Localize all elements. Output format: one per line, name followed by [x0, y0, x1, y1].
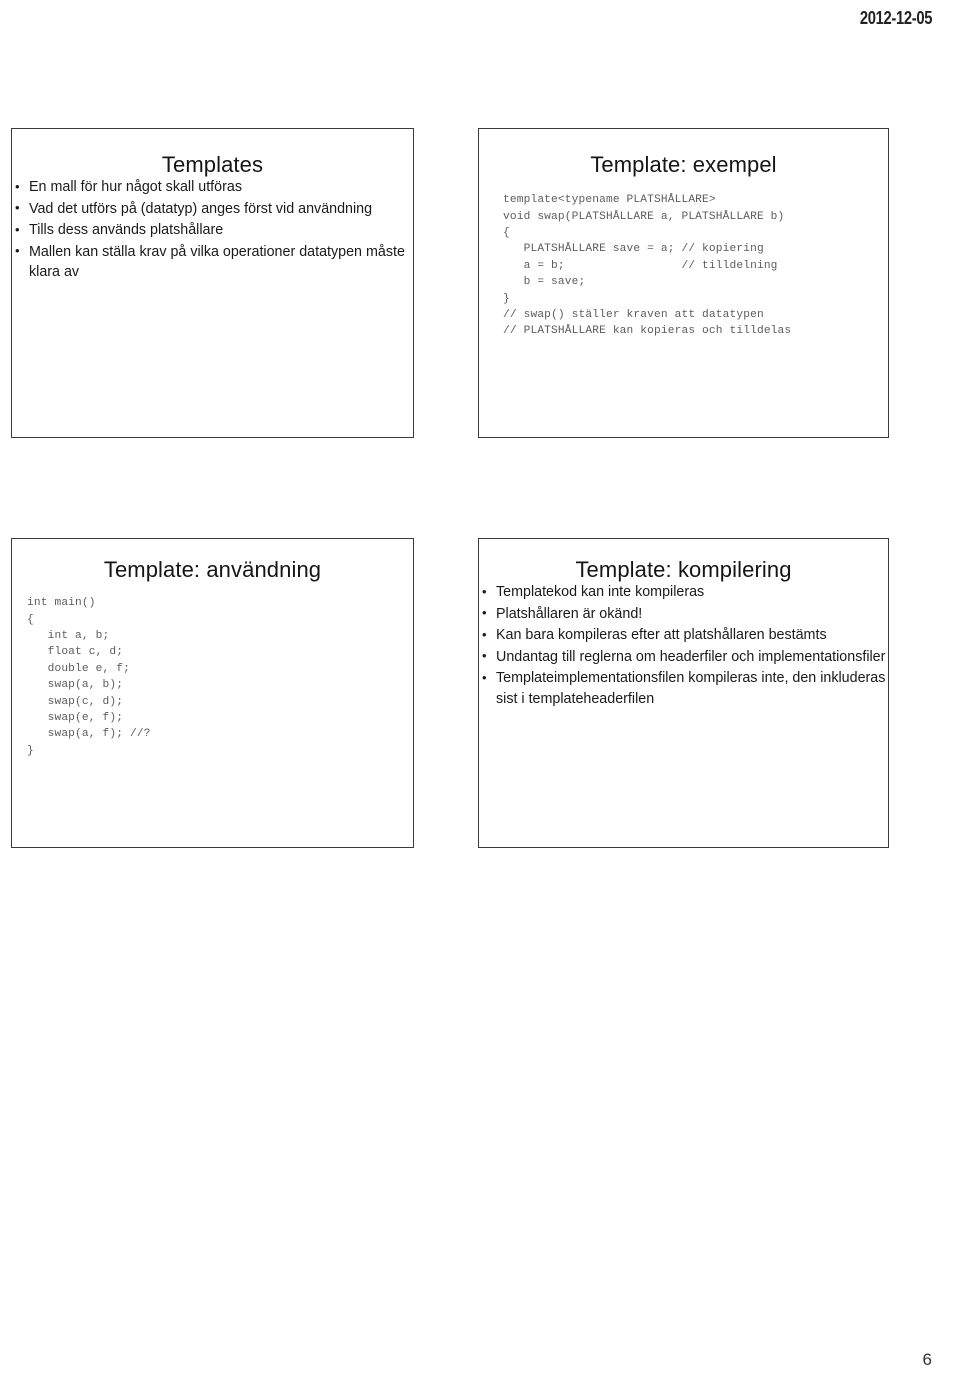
slide-grid: Templates En mall för hur något skall ut… [0, 0, 960, 1384]
list-item: Kan bara kompileras efter att platshålla… [479, 625, 888, 646]
list-item: Tills dess används platshållare [12, 220, 413, 241]
code-block-container: template<typename PLATSHÅLLARE> void swa… [503, 192, 888, 340]
list-item: Platshållaren är okänd! [479, 603, 888, 625]
code-block: template<typename PLATSHÅLLARE> void swa… [503, 194, 792, 338]
slide-title: Template: användning [103, 557, 322, 582]
slide-template-kompilering[interactable]: Template: kompilering Templatekod kan in… [478, 538, 889, 848]
slide-title: Templates [161, 152, 264, 177]
list-item: Templateimplementationsfilen kompileras … [479, 668, 888, 709]
page-number: 6 [922, 1350, 932, 1369]
list-item: Vad det utförs på (datatyp) anges först … [12, 198, 413, 220]
slide-template-anvandning[interactable]: Template: användning int main() { int a,… [11, 538, 414, 848]
slide-template-exempel[interactable]: Template: exempel template<typename PLAT… [478, 128, 889, 438]
slide-templates[interactable]: Templates En mall för hur något skall ut… [11, 128, 414, 438]
list-item: Undantag till reglerna om headerfiler oc… [479, 646, 888, 668]
slide-bullet-list: Templatekod kan inte kompileras Platshål… [479, 582, 888, 709]
slide-title: Template: kompilering [575, 557, 792, 582]
list-item: Mallen kan ställa krav på vilka operatio… [12, 241, 413, 283]
slide-bullet-list: En mall för hur något skall utföras Vad … [12, 177, 413, 283]
page-footer: 6 [0, 1324, 960, 1384]
list-item: Templatekod kan inte kompileras [479, 582, 888, 603]
code-block-container: int main() { int a, b; float c, d; doubl… [27, 595, 413, 759]
slide-title: Template: exempel [590, 152, 777, 177]
list-item: En mall för hur något skall utföras [12, 177, 413, 198]
code-block: int main() { int a, b; float c, d; doubl… [27, 597, 151, 757]
